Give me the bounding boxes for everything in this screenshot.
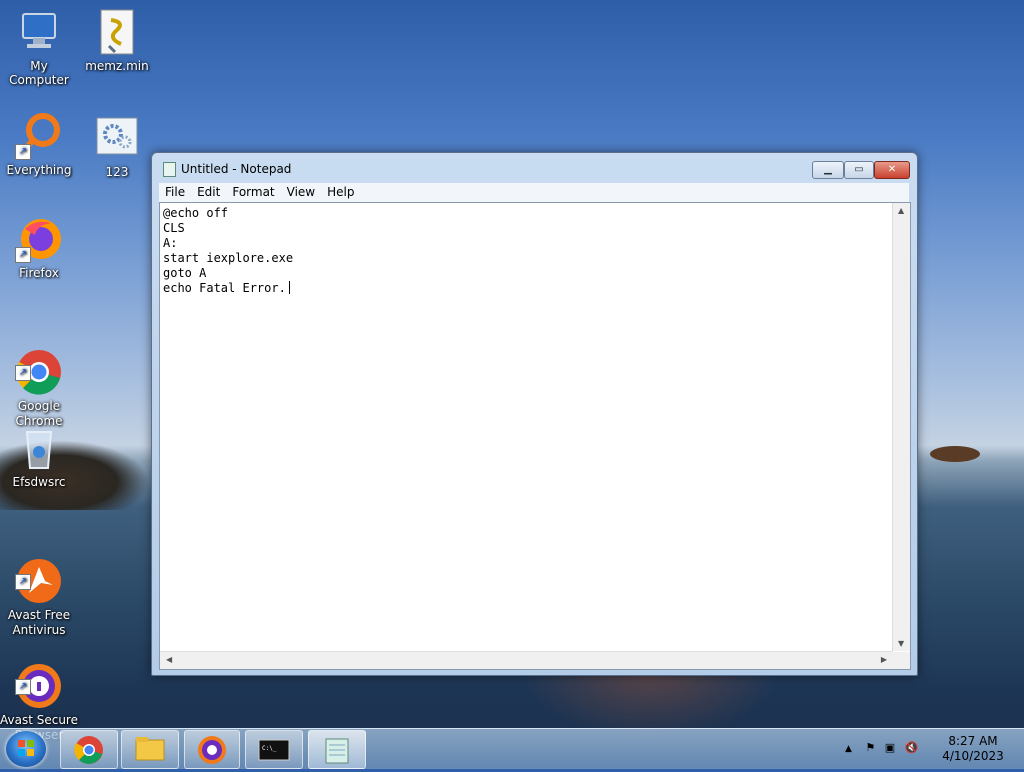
desktop-icon-label: Efsdwsrc bbox=[12, 475, 66, 489]
system-tray: ▲ ⚑ ▣ 🔇 bbox=[845, 741, 918, 754]
desktop-icon-my-computer[interactable]: My Computer bbox=[1, 8, 77, 87]
show-hidden-icons-button[interactable]: ▲ bbox=[845, 744, 852, 754]
notepad-icon bbox=[163, 162, 176, 177]
settings-file-icon bbox=[93, 114, 141, 162]
shortcut-arrow-icon: ↗ bbox=[15, 365, 31, 381]
recycle-bin-icon bbox=[15, 424, 63, 472]
text-editor[interactable]: @echo off CLS A: start iexplore.exe goto… bbox=[159, 202, 911, 670]
horizontal-scrollbar[interactable]: ◀ ▶ bbox=[160, 651, 893, 669]
computer-icon bbox=[15, 8, 63, 56]
desktop-icon-memz[interactable]: memz.min bbox=[79, 8, 155, 73]
terminal-icon: C:\_ bbox=[258, 739, 290, 761]
everything-search-icon: ↗ bbox=[15, 112, 63, 160]
menu-file[interactable]: File bbox=[159, 183, 191, 199]
desktop-icon-123[interactable]: 123 bbox=[79, 114, 155, 179]
window-title: Untitled - Notepad bbox=[181, 162, 292, 176]
close-button[interactable]: ✕ bbox=[874, 161, 910, 179]
script-file-icon bbox=[93, 8, 141, 56]
notepad-icon bbox=[325, 738, 349, 764]
desktop-icon-recycle-bin[interactable]: Efsdwsrc bbox=[1, 424, 77, 489]
chrome-icon bbox=[74, 736, 103, 764]
clock[interactable]: 8:27 AM 4/10/2023 bbox=[940, 734, 1006, 764]
resize-grip[interactable] bbox=[893, 652, 910, 669]
svg-text:C:\_: C:\_ bbox=[262, 745, 277, 752]
desktop-icon-label: 123 bbox=[105, 165, 129, 179]
action-center-flag-icon[interactable]: ⚑ bbox=[865, 741, 875, 754]
scroll-down-icon[interactable]: ▼ bbox=[898, 639, 904, 648]
avast-browser-icon: ↗ bbox=[15, 647, 63, 708]
menu-format[interactable]: Format bbox=[226, 183, 280, 199]
scroll-right-icon[interactable]: ▶ bbox=[881, 655, 887, 664]
text-caret bbox=[288, 281, 290, 294]
notepad-window[interactable]: Untitled - Notepad ▁ ▭ ✕ File Edit Format V… bbox=[151, 152, 918, 676]
volume-muted-icon[interactable]: 🔇 bbox=[905, 741, 919, 754]
minimize-button[interactable]: ▁ bbox=[812, 161, 844, 179]
taskbar: C:\_ ▲ ⚑ ▣ 🔇 8:27 AM 4/10/2023 bbox=[0, 728, 1024, 769]
shortcut-arrow-icon: ↗ bbox=[15, 574, 31, 590]
desktop-icon-label: My Computer bbox=[9, 59, 69, 87]
desktop-icon-label: Firefox bbox=[19, 266, 59, 280]
shortcut-arrow-icon: ↗ bbox=[15, 247, 31, 263]
desktop-icon-everything[interactable]: ↗ Everything bbox=[1, 112, 77, 177]
desktop-icon-firefox[interactable]: ↗ Firefox bbox=[1, 215, 77, 280]
taskbar-explorer[interactable] bbox=[121, 730, 179, 769]
chrome-icon: ↗ bbox=[15, 333, 63, 395]
firefox-icon: ↗ bbox=[15, 215, 63, 263]
menu-edit[interactable]: Edit bbox=[191, 183, 226, 199]
title-bar[interactable]: Untitled - Notepad ▁ ▭ ✕ bbox=[152, 153, 917, 183]
taskbar-chrome[interactable] bbox=[60, 730, 118, 769]
scroll-up-icon[interactable]: ▲ bbox=[898, 206, 904, 215]
folder-icon bbox=[135, 737, 165, 761]
clock-time: 8:27 AM bbox=[948, 734, 998, 748]
windows-logo-icon bbox=[18, 740, 34, 756]
shortcut-arrow-icon: ↗ bbox=[15, 144, 31, 160]
desktop-icon-label: memz.min bbox=[85, 59, 149, 73]
wallpaper-rock bbox=[930, 446, 980, 462]
scroll-left-icon[interactable]: ◀ bbox=[166, 655, 172, 664]
clock-date: 4/10/2023 bbox=[942, 749, 1004, 763]
maximize-button[interactable]: ▭ bbox=[844, 161, 874, 179]
taskbar-notepad[interactable] bbox=[308, 730, 366, 769]
menu-view[interactable]: View bbox=[281, 183, 321, 199]
menu-help[interactable]: Help bbox=[321, 183, 360, 199]
network-icon[interactable]: ▣ bbox=[885, 741, 895, 754]
taskbar-avast-browser[interactable] bbox=[184, 730, 240, 769]
shortcut-arrow-icon: ↗ bbox=[15, 679, 31, 695]
vertical-scrollbar[interactable]: ▲ ▼ bbox=[892, 203, 910, 651]
taskbar-command-prompt[interactable]: C:\_ bbox=[245, 730, 303, 769]
start-button[interactable] bbox=[6, 731, 46, 767]
menu-bar: File Edit Format View Help bbox=[159, 183, 909, 202]
desktop-icon-label: Everything bbox=[6, 163, 72, 177]
editor-content[interactable]: @echo off CLS A: start iexplore.exe goto… bbox=[163, 206, 293, 295]
avast-icon: ↗ bbox=[15, 542, 63, 603]
avast-browser-icon bbox=[198, 736, 226, 764]
